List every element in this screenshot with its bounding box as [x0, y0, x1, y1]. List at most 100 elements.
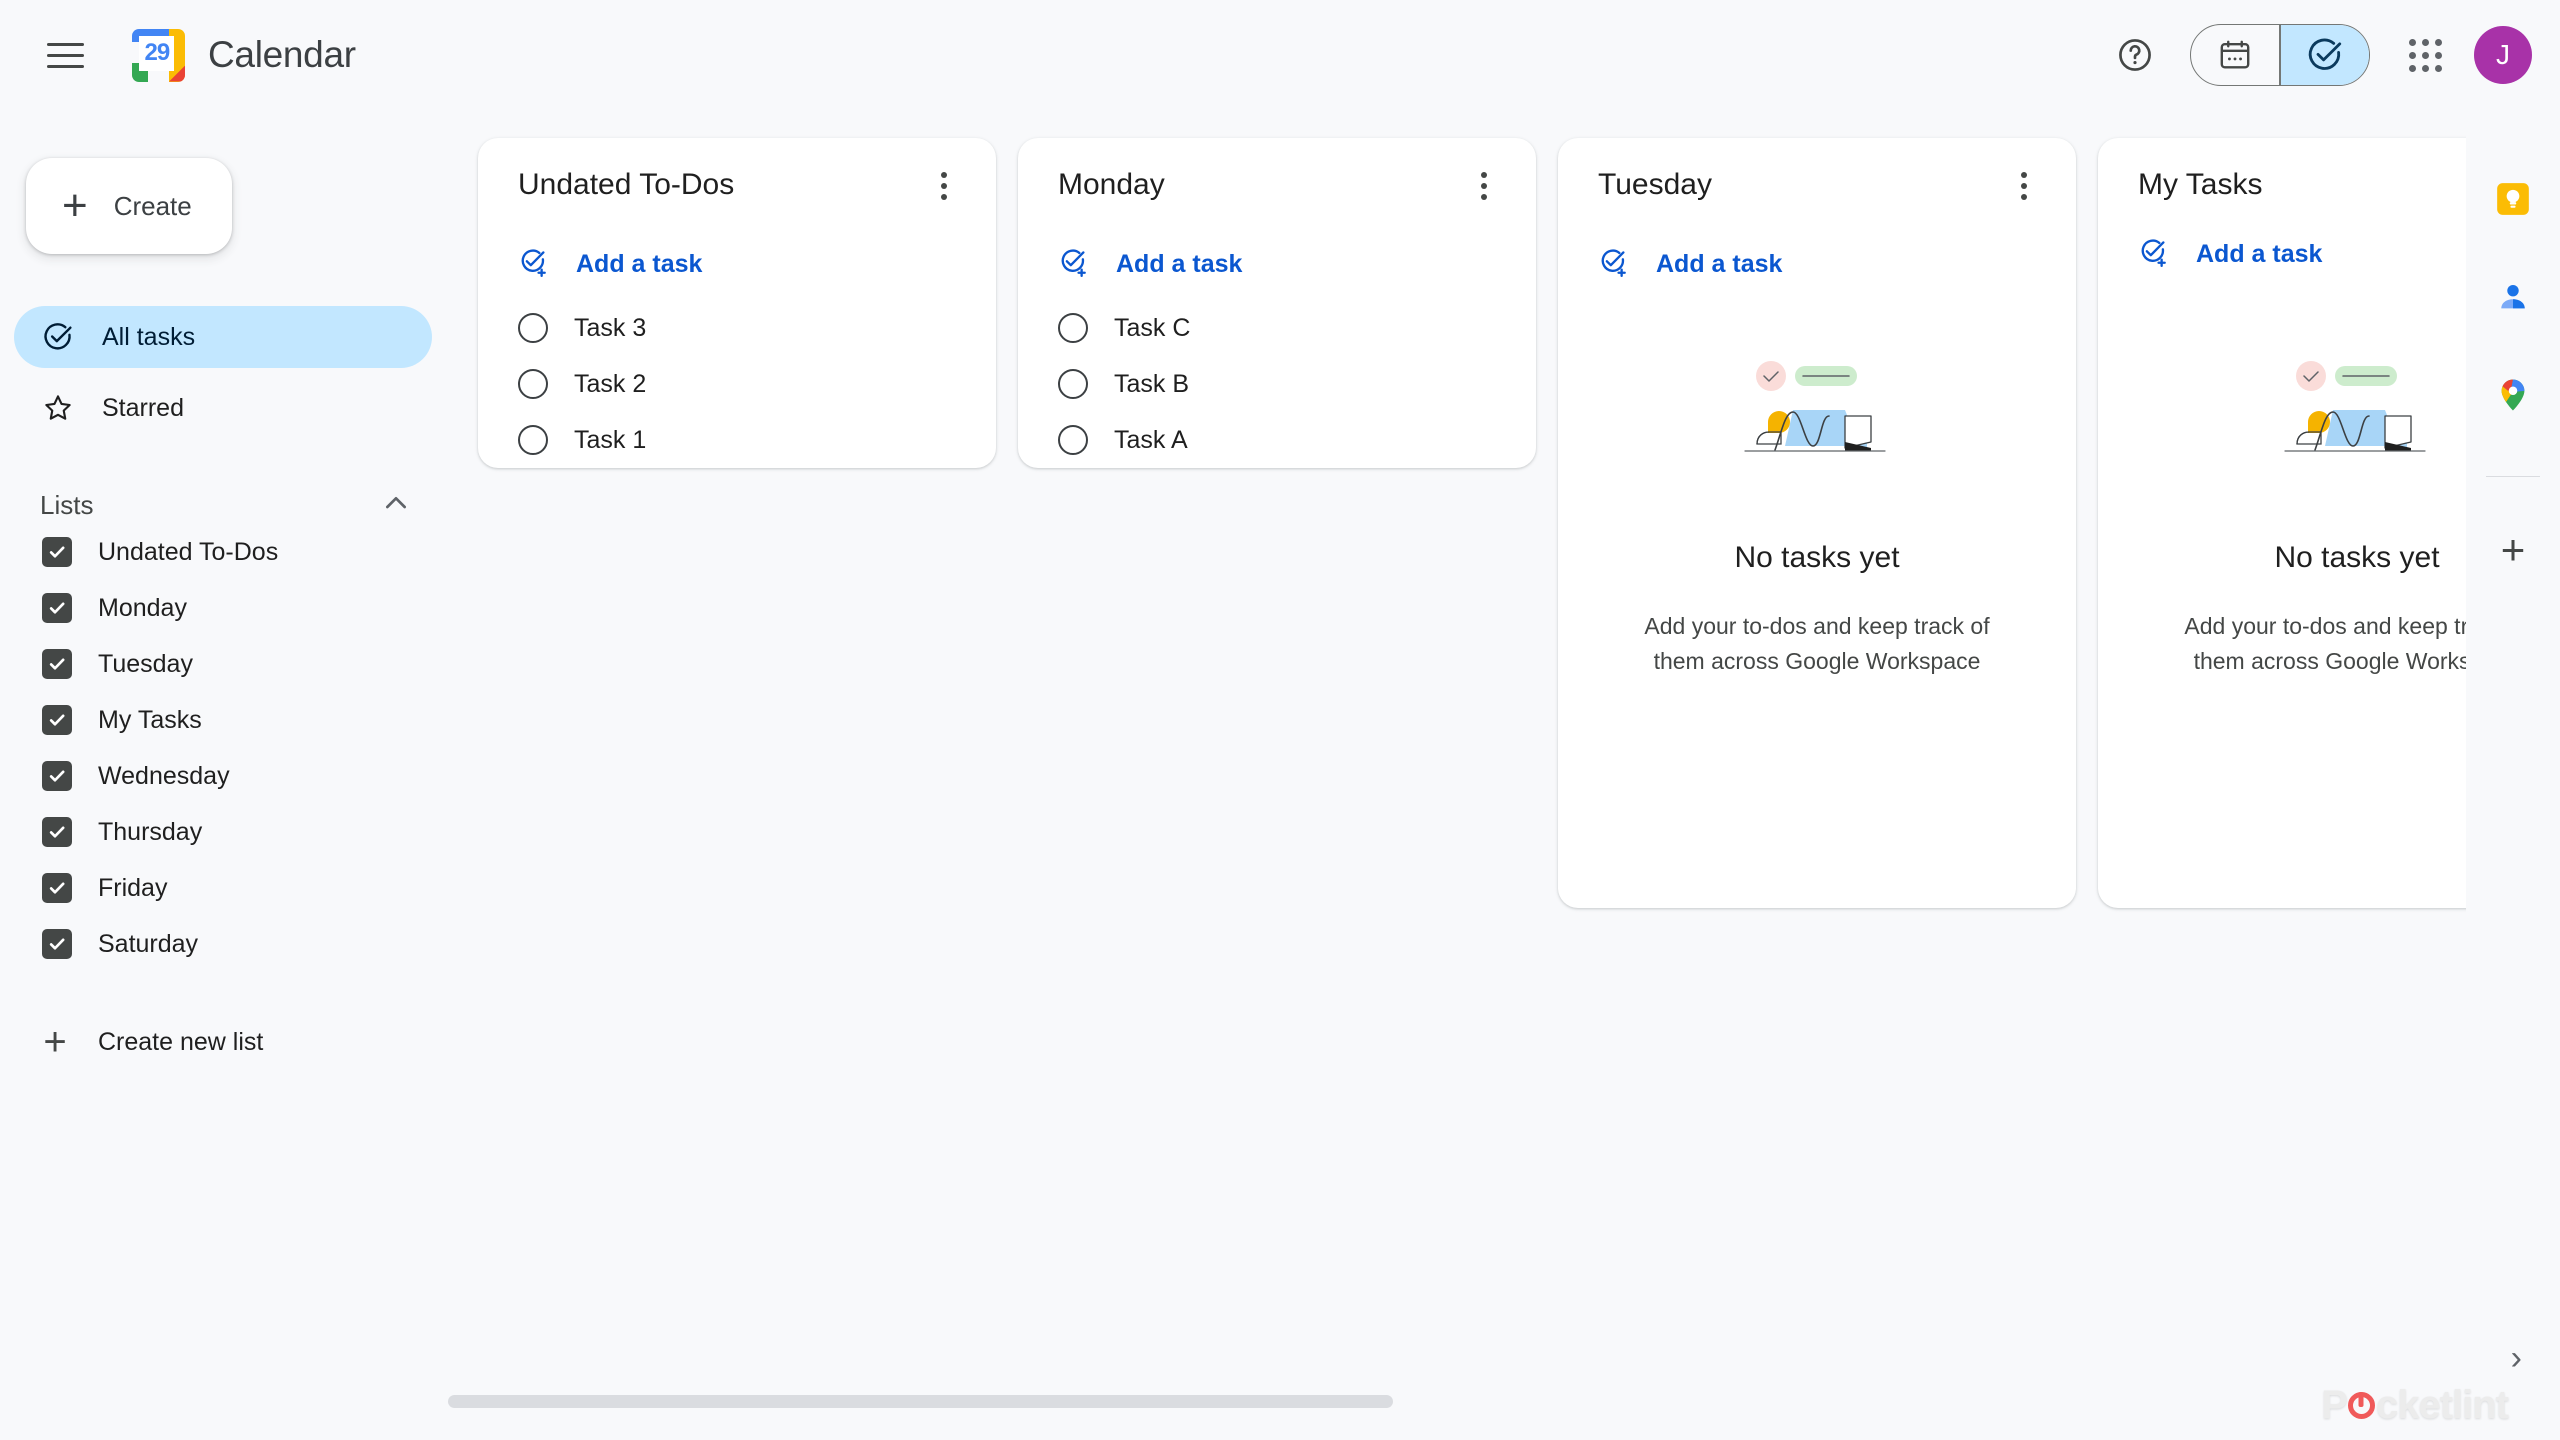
help-circle-icon[interactable]	[2102, 22, 2168, 88]
apps-grid-icon[interactable]	[2392, 22, 2458, 88]
add-task-icon	[1601, 249, 1626, 277]
task-checkbox-icon[interactable]	[1058, 369, 1088, 399]
create-new-list-button[interactable]: + Create new list	[0, 1012, 450, 1072]
task-row[interactable]: Task 1	[478, 412, 996, 468]
list-label: Thursday	[98, 817, 203, 846]
side-apps-rail: +	[2466, 110, 2560, 1440]
add-task-label: Add a task	[1656, 249, 1783, 278]
pocketlint-watermark: Pcketlint	[2321, 1383, 2509, 1428]
lists-container: Undated To-Dos Monday Tuesday My Tasks Wedne…	[0, 524, 450, 972]
empty-state-illustration	[1744, 361, 1886, 452]
list-checkbox-icon[interactable]	[42, 593, 72, 623]
hamburger-menu-icon[interactable]	[26, 16, 104, 94]
card-overflow-menu-icon[interactable]	[1458, 160, 1510, 212]
task-row[interactable]: Task B	[1018, 356, 1536, 412]
horizontal-scrollbar[interactable]	[448, 1395, 1393, 1408]
list-row[interactable]: Undated To-Dos	[0, 524, 450, 580]
chevron-up-icon[interactable]	[380, 487, 412, 524]
logo-day-number: 29	[139, 35, 175, 71]
card-title: Monday	[1058, 168, 1165, 201]
card-title: Undated To-Dos	[518, 168, 735, 201]
page-title: Calendar	[208, 34, 356, 75]
add-task-button[interactable]: Add a task	[478, 248, 996, 280]
task-checkbox-icon[interactable]	[518, 313, 548, 343]
list-checkbox-icon[interactable]	[42, 649, 72, 679]
sidebar-item-all-tasks[interactable]: All tasks	[14, 306, 432, 368]
power-symbol-icon	[2347, 1392, 2375, 1419]
task-checkbox-icon[interactable]	[1058, 313, 1088, 343]
card-header: Monday	[1018, 168, 1536, 212]
list-row[interactable]: Monday	[0, 580, 450, 636]
list-row[interactable]: Thursday	[0, 804, 450, 860]
task-row[interactable]: Task A	[1018, 412, 1536, 468]
list-checkbox-icon[interactable]	[42, 537, 72, 567]
add-app-plus-icon[interactable]: +	[2501, 529, 2526, 571]
left-sidebar: + Create All tasks Starred Lists Undated…	[0, 110, 450, 1440]
add-task-icon	[1061, 249, 1086, 277]
list-checkbox-icon[interactable]	[42, 761, 72, 791]
avatar[interactable]: J	[2474, 26, 2532, 84]
add-task-label: Add a task	[1116, 249, 1243, 278]
card-overflow-menu-icon[interactable]	[918, 160, 970, 212]
list-checkbox-icon[interactable]	[42, 873, 72, 903]
list-row[interactable]: Friday	[0, 860, 450, 916]
list-checkbox-icon[interactable]	[42, 705, 72, 735]
add-task-button[interactable]: Add a task	[1558, 248, 2076, 280]
empty-state-subtitle: Add your to-dos and keep track of them a…	[1644, 613, 1990, 674]
empty-state-illustration	[2284, 361, 2426, 452]
task-checkbox-icon[interactable]	[1058, 425, 1088, 455]
create-button-label: Create	[113, 190, 192, 221]
create-new-list-label: Create new list	[98, 1027, 264, 1056]
list-label: Saturday	[98, 929, 199, 958]
task-checkbox-icon[interactable]	[518, 369, 548, 399]
list-row[interactable]: Saturday	[0, 916, 450, 972]
task-row[interactable]: Task 3	[478, 300, 996, 356]
empty-state-title: No tasks yet	[1734, 541, 1900, 574]
task-label: Task 1	[574, 425, 647, 454]
task-label: Task C	[1114, 313, 1191, 342]
view-toggle	[2190, 24, 2370, 86]
empty-state: No tasks yet Add your to-dos and keep tra…	[1558, 358, 2076, 678]
task-row[interactable]: Task 2	[478, 356, 996, 412]
list-label: Undated To-Dos	[98, 537, 279, 566]
tasks-board: Undated To-Dos Add a task Task 3 Task 2 Task…	[450, 110, 2560, 1440]
list-row[interactable]: Tuesday	[0, 636, 450, 692]
list-checkbox-icon[interactable]	[42, 929, 72, 959]
card-title: My Tasks	[2138, 168, 2263, 201]
google-contacts-icon[interactable]	[2486, 270, 2540, 324]
lists-section-header: Lists	[40, 487, 412, 524]
google-keep-icon[interactable]	[2486, 172, 2540, 226]
create-button[interactable]: + Create	[26, 158, 232, 254]
list-row[interactable]: My Tasks	[0, 692, 450, 748]
lists-header-label: Lists	[40, 490, 94, 520]
add-task-icon	[2141, 239, 2166, 267]
sidebar-item-starred[interactable]: Starred	[14, 377, 432, 439]
list-label: Tuesday	[98, 649, 193, 678]
rail-divider	[2486, 476, 2540, 477]
header-actions: J	[2102, 0, 2532, 110]
expand-panel-chevron-icon[interactable]: ›	[2511, 1339, 2522, 1378]
tasks-view-button[interactable]	[2281, 25, 2369, 85]
task-label: Task 2	[574, 369, 647, 398]
add-task-label: Add a task	[576, 249, 703, 278]
google-calendar-logo: 29	[132, 28, 185, 82]
add-task-icon	[521, 249, 546, 277]
task-checkbox-icon[interactable]	[518, 425, 548, 455]
card-overflow-menu-icon[interactable]	[1998, 160, 2050, 212]
list-checkbox-icon[interactable]	[42, 817, 72, 847]
list-row[interactable]: Wednesday	[0, 748, 450, 804]
sidebar-item-label: Starred	[102, 393, 184, 422]
task-cards-container: Undated To-Dos Add a task Task 3 Task 2 Task…	[478, 138, 2560, 908]
watermark-pre: P	[2321, 1383, 2348, 1427]
watermark-post: cketlint	[2375, 1383, 2509, 1427]
google-maps-icon[interactable]	[2486, 368, 2540, 422]
list-label: Friday	[98, 873, 168, 902]
task-list-card: Tuesday Add a task No tasks yet Add your to…	[1558, 138, 2076, 908]
check-circle-icon	[44, 323, 72, 350]
task-label: Task B	[1114, 369, 1190, 398]
calendar-view-button[interactable]	[2191, 25, 2279, 85]
card-header: Undated To-Dos	[478, 168, 996, 212]
task-label: Task A	[1114, 425, 1188, 454]
add-task-button[interactable]: Add a task	[1018, 248, 1536, 280]
task-row[interactable]: Task C	[1018, 300, 1536, 356]
